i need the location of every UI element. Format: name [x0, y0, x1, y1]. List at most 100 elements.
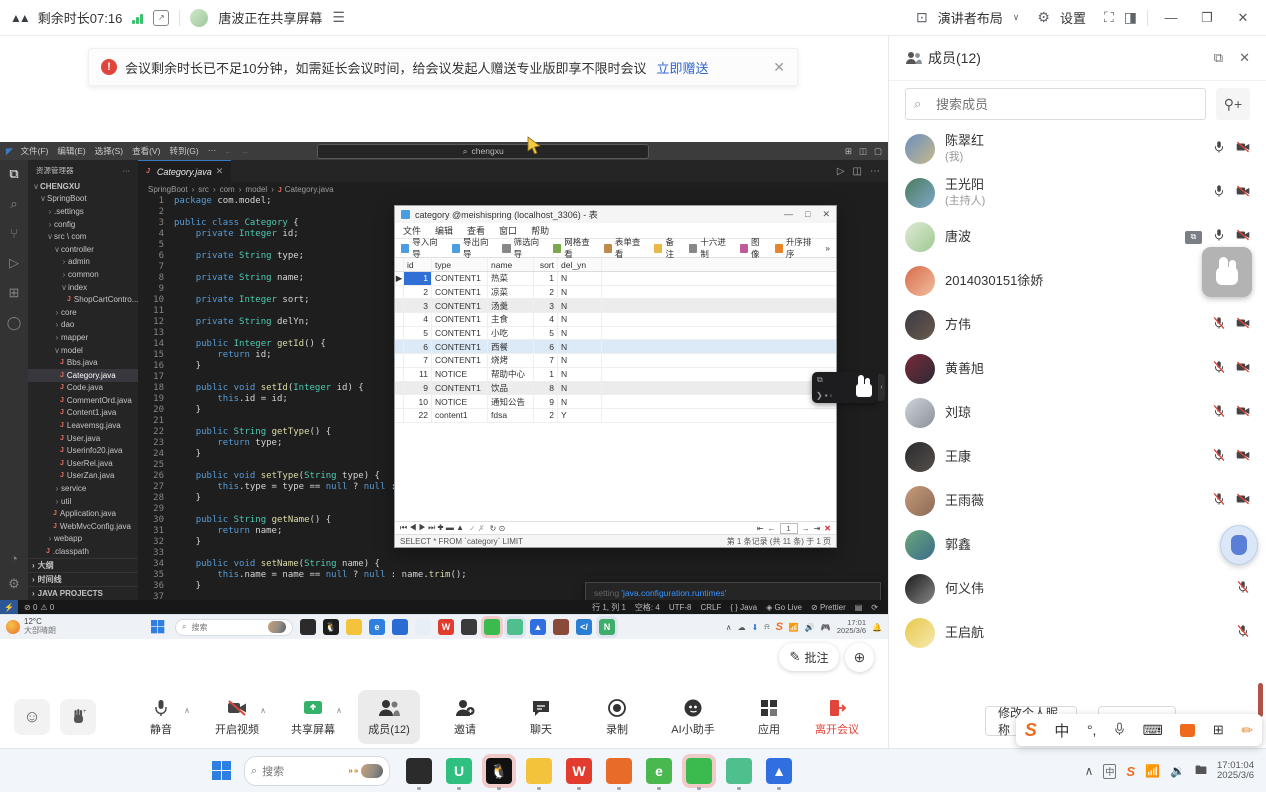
sidebar-section-大纲[interactable]: ›大纲 [28, 558, 138, 572]
tree-item-commentord.java[interactable]: JCommentOrd.java [28, 394, 138, 407]
toolbar-AI小助手-button[interactable]: AI小助手 [662, 690, 724, 744]
nv-col-sort[interactable]: sort [534, 258, 558, 271]
nv-tool-7[interactable]: 图像 [740, 236, 767, 260]
menu-item[interactable]: ··· [208, 145, 217, 157]
taskbar-app-explorer[interactable] [526, 758, 552, 784]
navicat-toolbar[interactable]: 导入向导导出向导筛选向导网格查看表单查看备注十六进制图像升序排序» [395, 239, 836, 258]
member-row[interactable]: 王启航 [889, 611, 1266, 655]
taskbar-app-explorer[interactable] [346, 619, 362, 635]
tree-item-admin[interactable]: ›admin [28, 256, 138, 269]
taskbar-app-portrait[interactable] [553, 619, 569, 635]
toolbar-聊天-button[interactable]: 聊天 [510, 690, 572, 744]
tree-item-config[interactable]: ›config [28, 218, 138, 231]
extensions-icon[interactable]: ⊞⚠ [9, 285, 20, 301]
members-scrollbar-thumb[interactable] [1258, 683, 1263, 717]
tree-item-dao[interactable]: ›dao [28, 319, 138, 332]
tray-chevron-icon[interactable]: ∧ [726, 623, 732, 632]
nv-data-row[interactable]: 11NOTICE帮助中心1N [395, 368, 836, 382]
panel-close-icon[interactable]: ✕ [1239, 50, 1250, 66]
tree-item-model[interactable]: ∨model [28, 344, 138, 357]
tree-item-user.java[interactable]: JUser.java [28, 432, 138, 445]
taskbar-app-meeting[interactable]: ▲ [530, 619, 546, 635]
breadcrumb-item[interactable]: JCategory.java [278, 185, 334, 194]
nv-data-row[interactable]: 2CONTENT1凉菜2N [395, 286, 836, 300]
close-button[interactable]: ✕ [1230, 10, 1256, 26]
run-file-icon[interactable]: ▷ [837, 166, 845, 177]
member-search-input[interactable] [905, 88, 1206, 120]
status-item[interactable]: CRLF [700, 603, 721, 612]
editor-more-icon[interactable]: ⋯ [870, 166, 880, 177]
taskbar-app-photos[interactable] [392, 619, 408, 635]
ime-skin-icon[interactable] [1180, 724, 1195, 737]
breadcrumb-item[interactable]: com [220, 185, 235, 194]
maximize-button[interactable]: ❐ [1194, 10, 1220, 26]
taskbar-app-ie[interactable]: e [646, 758, 672, 784]
tree-item-leavemsg.java[interactable]: JLeavemsg.java [28, 419, 138, 432]
navicat-record-nav[interactable]: ⏮ ◀ ▶ ⏭ ✚ ▬ ▲✓ ✗↻ ⊙ ⇤ ← 1 → ⇥ ✕ [395, 521, 836, 534]
source-control-icon[interactable]: ⑂ [10, 226, 18, 241]
nv-tool-0[interactable]: 导入向导 [401, 236, 444, 260]
share-mini-toolbar[interactable]: ⧉ ❯▪◦ ‹ [812, 372, 878, 403]
member-row[interactable]: 王雨薇 [889, 479, 1266, 523]
taskbar-app-store[interactable]: U [446, 758, 472, 784]
annotate-button[interactable]: ✎ 批注 [779, 643, 839, 671]
taskbar-search[interactable]: ⌕搜索 [175, 619, 293, 636]
status-item[interactable]: ⊘ Prettier [811, 603, 846, 612]
menu-item[interactable]: 查看(V) [132, 145, 160, 157]
nv-data-row[interactable]: 9CONTENT1饮品8N [395, 382, 836, 396]
navicat-data-grid[interactable]: idtypenamesortdel_yn▶1CONTENT1热菜1N2CONTE… [395, 258, 836, 423]
nv-tool-6[interactable]: 十六进制 [689, 236, 732, 260]
member-row[interactable]: 黄善旭 [889, 347, 1266, 391]
member-row[interactable]: 方伟 [889, 303, 1266, 347]
first-page-icon[interactable]: ⇤ [757, 524, 764, 533]
ime-keyboard-icon[interactable]: ⌨ [1143, 722, 1163, 739]
emoji-reaction-button[interactable]: ☺ [14, 699, 50, 735]
fullscreen-icon[interactable]: ⛶ [1104, 9, 1114, 26]
page-input[interactable]: 1 [780, 523, 798, 534]
breadcrumb[interactable]: SpringBoot›src›com›model›JCategory.java [138, 182, 888, 196]
taskbar-app-qq[interactable]: 🐧 [486, 758, 512, 784]
taskbar-search[interactable]: ⌕ 搜索 ⁍⁍ [244, 756, 390, 786]
tree-item-category.java[interactable]: JCategory.java [28, 369, 138, 382]
status-item[interactable]: 行 1, 列 1 [592, 602, 626, 613]
status-item[interactable]: UTF-8 [669, 603, 692, 612]
sogou-icon[interactable]: S [1126, 764, 1135, 779]
member-row[interactable]: 2014030151徐娇 [889, 259, 1266, 303]
nav-back-icon[interactable]: ← [224, 146, 233, 156]
prev-page-icon[interactable]: ← [768, 524, 776, 533]
manage-gear-icon[interactable]: ⚙ [8, 576, 20, 592]
menu-item[interactable]: 文件(F) [21, 145, 49, 157]
tree-item-webmvcconfig.java[interactable]: JWebMvcConfig.java [28, 520, 138, 533]
tree-item-userzan.java[interactable]: JUserZan.java [28, 470, 138, 483]
toolbar-共享屏幕-button[interactable]: 共享屏幕∧ [282, 690, 344, 744]
tree-item-service[interactable]: ›service [28, 482, 138, 495]
ime-toolbox-icon[interactable]: ⊞ [1213, 722, 1224, 738]
member-row[interactable]: 刘琼 [889, 391, 1266, 435]
sidebar-section-时间线[interactable]: ›时间线 [28, 572, 138, 586]
panel-toggle-icon[interactable]: ⊞ [845, 146, 852, 157]
layout-split-icon[interactable]: ◫ [859, 146, 867, 157]
taskbar-app-navicat[interactable]: N [599, 619, 615, 635]
tree-item-userinfo20.java[interactable]: JUserinfo20.java [28, 444, 138, 457]
extension-ring-icon[interactable]: ◯ [7, 315, 22, 331]
taskbar-weather[interactable]: 12°C大部晴朗 [0, 618, 136, 636]
menu-item[interactable]: 编辑(E) [57, 145, 85, 157]
start-button[interactable] [151, 620, 165, 634]
tree-item-index[interactable]: ∨index [28, 281, 138, 294]
tree-item-shopcartcontro...[interactable]: JShopCartContro... [28, 293, 138, 306]
tree-item-content1.java[interactable]: JContent1.java [28, 407, 138, 420]
sidebar-section-JAVA PROJECTS[interactable]: ›JAVA PROJECTS [28, 586, 138, 600]
status-item[interactable]: 空格: 4 [635, 602, 660, 613]
ime-mode-tray[interactable]: 中 [1103, 764, 1116, 779]
sidebar-toggle-icon[interactable]: ◨ [1124, 9, 1137, 26]
layout-custom-icon[interactable]: ▢ [874, 146, 882, 157]
search-icon[interactable]: ⌕ [10, 196, 17, 212]
nv-data-row[interactable]: 7CONTENT1烧烤7N [395, 354, 836, 368]
warnings-icon[interactable]: ⚠ 0 [40, 603, 54, 612]
nv-minimize-button[interactable]: — [784, 209, 793, 220]
notification-bell-icon[interactable]: 🔔 [872, 623, 882, 632]
nav-forward-icon[interactable]: → [241, 146, 250, 156]
nv-data-row[interactable]: 22content1fdsa2Y [395, 409, 836, 423]
breadcrumb-item[interactable]: src [198, 185, 209, 194]
nv-tool-3[interactable]: 网格查看 [553, 236, 596, 260]
